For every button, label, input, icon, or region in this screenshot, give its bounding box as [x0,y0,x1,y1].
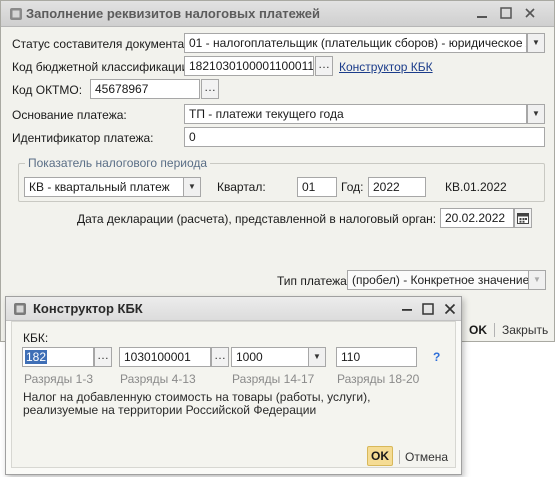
kbk-constructor-dialog: Конструктор КБК КБК: 182 … Разряды 1-3 1… [5,296,462,475]
kbk-segment-1-select-button[interactable]: … [94,347,112,367]
kbk-segment-2-select-button[interactable]: … [211,347,229,367]
app-icon [9,7,23,21]
dropdown-arrow-icon: ▼ [532,109,540,118]
quarter-label: Квартал: [217,180,266,194]
close-icon[interactable] [522,5,538,21]
ellipsis-icon: … [204,80,216,94]
kbk-segment-4-hint: Разряды 18-20 [337,372,420,386]
kbk-label: КБК: [23,331,49,345]
window-title-bar[interactable]: Заполнение реквизитов налоговых платежей [1,1,554,27]
dialog-ok-button[interactable]: OK [367,446,393,466]
payment-type-select[interactable]: (пробел) - Конкретное значение ук [347,270,529,290]
basis-label: Основание платежа: [12,108,127,122]
dialog-app-icon [13,302,27,316]
help-button[interactable]: ? [433,350,440,364]
kbk-description: Налог на добавленную стоимость на товары… [23,390,371,417]
quarter-input[interactable]: 01 [297,177,337,197]
close-icon[interactable] [442,301,458,317]
kbk-select-button[interactable]: … [315,56,333,76]
period-code-text: КВ.01.2022 [445,180,507,194]
minimize-icon[interactable] [474,5,490,21]
main-ok-button[interactable]: OK [469,323,487,337]
oktmo-select-button[interactable]: … [201,79,219,99]
basis-dropdown-button[interactable]: ▼ [527,104,545,124]
status-select[interactable]: 01 - налогоплательщик (плательщик сборов… [184,33,527,53]
window-title: Заполнение реквизитов налоговых платежей [26,6,320,21]
basis-select[interactable]: ТП - платежи текущего года [184,104,527,124]
dropdown-arrow-icon: ▼ [533,275,541,284]
calendar-button[interactable] [514,208,532,228]
payment-id-input[interactable]: 0 [184,127,545,147]
declaration-date-input[interactable]: 20.02.2022 [440,208,514,228]
kbk-segment-1-input[interactable]: 182 [22,347,94,367]
dialog-title: Конструктор КБК [33,301,143,316]
kbk-label: Код бюджетной классификации: [12,60,192,74]
status-dropdown-button[interactable]: ▼ [527,33,545,53]
tax-period-group-title: Показатель налогового периода [25,156,211,170]
year-label: Год: [341,180,364,194]
dropdown-arrow-icon: ▼ [532,38,540,47]
kbk-segment-2-hint: Разряды 4-13 [120,372,196,386]
oktmo-input[interactable]: 45678967 [90,79,200,99]
status-label: Статус составителя документа: [12,37,188,51]
year-input[interactable]: 2022 [368,177,426,197]
kbk-segment-3-select[interactable]: 1000 [231,347,309,367]
oktmo-label: Код ОКТМО: [12,83,83,97]
kbk-constructor-link[interactable]: Конструктор КБК [339,60,433,74]
payment-type-dropdown-button[interactable]: ▼ [528,270,546,290]
main-close-button[interactable]: Закрыть [502,323,548,337]
minimize-icon[interactable] [399,301,415,317]
period-type-dropdown-button[interactable]: ▼ [183,177,201,197]
tax-payment-details-window: Заполнение реквизитов налоговых платежей… [0,0,555,342]
kbk-input[interactable]: 18210301000011000110 [184,56,314,76]
payment-type-label: Тип платежа: [277,274,351,288]
dialog-body: КБК: 182 … Разряды 1-3 1030100001 … Разр… [11,321,456,468]
payment-id-label: Идентификатор платежа: [12,131,154,145]
dialog-ok-label: OK [371,449,389,463]
kbk-segment-4-input[interactable]: 110 [336,347,417,367]
period-type-select[interactable]: КВ - квартальный платеж [24,177,184,197]
kbk-segment-3-hint: Разряды 14-17 [232,372,315,386]
maximize-icon[interactable] [420,301,436,317]
kbk-segment-2-input[interactable]: 1030100001 [119,347,211,367]
calendar-icon [517,213,529,227]
dropdown-arrow-icon: ▼ [313,352,321,361]
kbk-segment-1-value: 182 [25,350,48,364]
kbk-segment-3-dropdown-button[interactable]: ▼ [308,347,326,367]
dialog-footer-separator [399,450,400,464]
ellipsis-icon: … [214,348,226,362]
maximize-icon[interactable] [498,5,514,21]
dialog-title-bar[interactable]: Конструктор КБК [6,297,461,321]
dialog-cancel-button[interactable]: Отмена [405,450,448,464]
declaration-date-label: Дата декларации (расчета), представленно… [77,212,437,226]
dropdown-arrow-icon: ▼ [188,182,196,191]
kbk-segment-1-hint: Разряды 1-3 [24,372,93,386]
ellipsis-icon: … [318,57,330,71]
ellipsis-icon: … [97,348,109,362]
footer-separator [494,323,495,337]
